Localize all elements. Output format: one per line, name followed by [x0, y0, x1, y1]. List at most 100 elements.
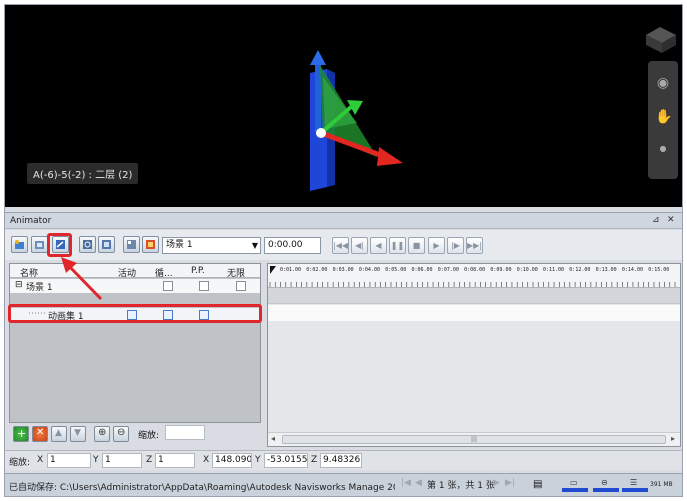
play-reverse-button[interactable]: ◀ [370, 237, 387, 254]
scene-pp-checkbox[interactable] [199, 281, 209, 291]
rotate-icon [83, 240, 92, 249]
zoom-in-button[interactable]: ⊕ [94, 426, 110, 442]
ruler-tick-label: 0:05.00 [385, 267, 407, 273]
pin-icon[interactable]: ⊿ [652, 215, 660, 225]
scene-select[interactable]: 场景 1 ▼ [162, 237, 261, 254]
first-sheet-icon[interactable]: |◀ [401, 478, 411, 488]
stop-icon: ■ [412, 241, 421, 250]
scene-select-value: 场景 1 [166, 240, 193, 250]
add-scene-icon [15, 240, 24, 249]
ruler-tick-label: 0:02.00 [306, 267, 328, 273]
ruler-tick-label: 0:04.00 [358, 267, 380, 273]
add-scene-button[interactable] [11, 236, 28, 253]
animator-panel-header: Animator ⊿ ✕ [5, 212, 682, 229]
position-y-input[interactable]: -53.0155 [264, 453, 308, 468]
animator-toolbar: 场景 1 ▼ 0:00.00 |◀◀ ◀| ◀ ❚❚ ■ ▶ |▶ ▶▶| [5, 230, 682, 260]
scale-z-input[interactable]: 1 [155, 453, 195, 468]
time-input[interactable]: 0:00.00 [264, 237, 321, 254]
ruler-tick-label: 0:13.00 [595, 267, 617, 273]
scale-animation-button[interactable] [98, 236, 115, 253]
scene-tree-header: 名称 活动 循... P.P. 无限 [10, 264, 260, 279]
memory-usage: 391 MB [650, 481, 673, 488]
delete-icon: ✕ [36, 427, 45, 438]
add-animation-button[interactable]: + [13, 426, 29, 442]
animation-set-highlight-box [8, 304, 262, 323]
sheet-browser-icon[interactable]: ▤ [533, 479, 542, 490]
toolbar-highlight-box [47, 233, 72, 257]
scrollbar-thumb[interactable]: ||| [282, 435, 666, 444]
fast-forward-button[interactable]: ▶▶| [466, 237, 483, 254]
timeline-ruler[interactable]: 0:01.00 0:02.00 0:03.00 0:04.00 0:05.00 0:06.… [268, 264, 680, 288]
steering-wheel-icon[interactable]: ◉ [655, 75, 671, 91]
ruler-tick-label: 0:10.00 [516, 267, 538, 273]
scene-infinite-checkbox[interactable] [236, 281, 246, 291]
ruler-tick-label: 0:15.00 [648, 267, 670, 273]
ruler-tick-label: 0:07.00 [437, 267, 459, 273]
animator-title: Animator [10, 216, 52, 226]
orbit-dot-icon[interactable]: ● [655, 141, 671, 157]
ruler-tick-label: 0:08.00 [464, 267, 486, 273]
scroll-right-icon[interactable]: ▸ [671, 434, 675, 443]
autosave-status: 已自动保存: C:\Users\Administrator\AppData\Ro… [9, 483, 395, 493]
navigation-bar[interactable]: ◉ ✋ ● [648, 61, 678, 179]
stop-button[interactable]: ■ [408, 237, 425, 254]
disk-icon: ⊖ [601, 478, 608, 487]
camera-icon [35, 241, 44, 249]
last-sheet-icon[interactable]: ▶| [505, 478, 515, 488]
x-arrowhead [377, 147, 403, 166]
position-z-input[interactable]: 9.483267 [320, 453, 362, 468]
ruler-tick-label: 0:14.00 [621, 267, 643, 273]
column-pp[interactable]: P.P. [191, 266, 205, 276]
column-active[interactable]: 活动 [118, 266, 136, 279]
timeline-horizontal-scrollbar[interactable]: ◂ ||| ▸ [268, 432, 680, 446]
column-loop[interactable]: 循... [155, 266, 173, 279]
play-button[interactable]: ▶ [428, 237, 445, 254]
zoom-input[interactable] [165, 425, 205, 440]
column-name[interactable]: 名称 [20, 266, 38, 279]
time-cursor-marker [270, 266, 276, 274]
position-x-input[interactable]: 148.0904 [212, 453, 252, 468]
scroll-left-icon[interactable]: ◂ [271, 434, 275, 443]
scale-y-label: Y [93, 455, 99, 465]
pause-button[interactable]: ❚❚ [389, 237, 406, 254]
pencil-icon: ▭ [570, 478, 578, 487]
position-z-label: Z [311, 455, 318, 465]
pencil-progress: ▭ [562, 478, 588, 492]
tree-row-scene[interactable]: ⊟ 场景 1 [10, 279, 260, 293]
prev-sheet-icon[interactable]: ◀ [415, 478, 422, 488]
transparency-animation-button[interactable] [142, 236, 159, 253]
close-icon[interactable]: ✕ [667, 215, 675, 225]
ruler-tick-label: 0:06.00 [411, 267, 433, 273]
scale-y-input[interactable]: 1 [102, 453, 142, 468]
expand-toggle-icon[interactable]: ⊟ [15, 280, 23, 290]
rewind-button[interactable]: |◀◀ [332, 237, 349, 254]
color-animation-button[interactable] [123, 236, 140, 253]
scale-label: 缩放: [9, 458, 31, 468]
timeline-track-scene[interactable] [268, 288, 680, 304]
ruler-tick-label: 0:12.00 [569, 267, 591, 273]
pan-hand-icon[interactable]: ✋ [655, 109, 672, 125]
gizmo-center [316, 128, 326, 138]
zoom-out-button[interactable]: ⊖ [113, 426, 129, 442]
move-down-button[interactable]: ▼ [70, 426, 86, 442]
delete-animation-button[interactable]: ✕ [32, 426, 48, 442]
rewind-icon: |◀◀ [333, 241, 348, 250]
next-sheet-icon[interactable]: ▶ [493, 478, 500, 488]
capture-keyframe-button[interactable] [31, 236, 48, 253]
step-forward-icon: |▶ [451, 241, 460, 250]
column-infinite[interactable]: 无限 [227, 266, 245, 279]
status-bar: 已自动保存: C:\Users\Administrator\AppData\Ro… [5, 473, 682, 496]
timeline-view[interactable]: 0:01.00 0:02.00 0:03.00 0:04.00 0:05.00 0:06.… [267, 263, 681, 447]
rotate-animation-button[interactable] [79, 236, 96, 253]
3d-viewport[interactable]: A(-6)-5(-2) : 二层 (2) ◉ ✋ ● [5, 5, 682, 207]
ruler-tick-label: 0:01.00 [280, 267, 302, 273]
step-back-button[interactable]: ◀| [351, 237, 368, 254]
scale-x-input[interactable]: 1 [47, 453, 91, 468]
move-up-button[interactable]: ▲ [51, 426, 67, 442]
fast-forward-icon: ▶▶| [467, 241, 482, 250]
step-forward-button[interactable]: |▶ [447, 237, 464, 254]
scene-loop-checkbox[interactable] [163, 281, 173, 291]
zoom-in-icon: ⊕ [98, 427, 107, 438]
sheet-count: 第 1 张，共 1 张 [427, 481, 495, 491]
timeline-track-animation-set[interactable] [268, 305, 680, 321]
